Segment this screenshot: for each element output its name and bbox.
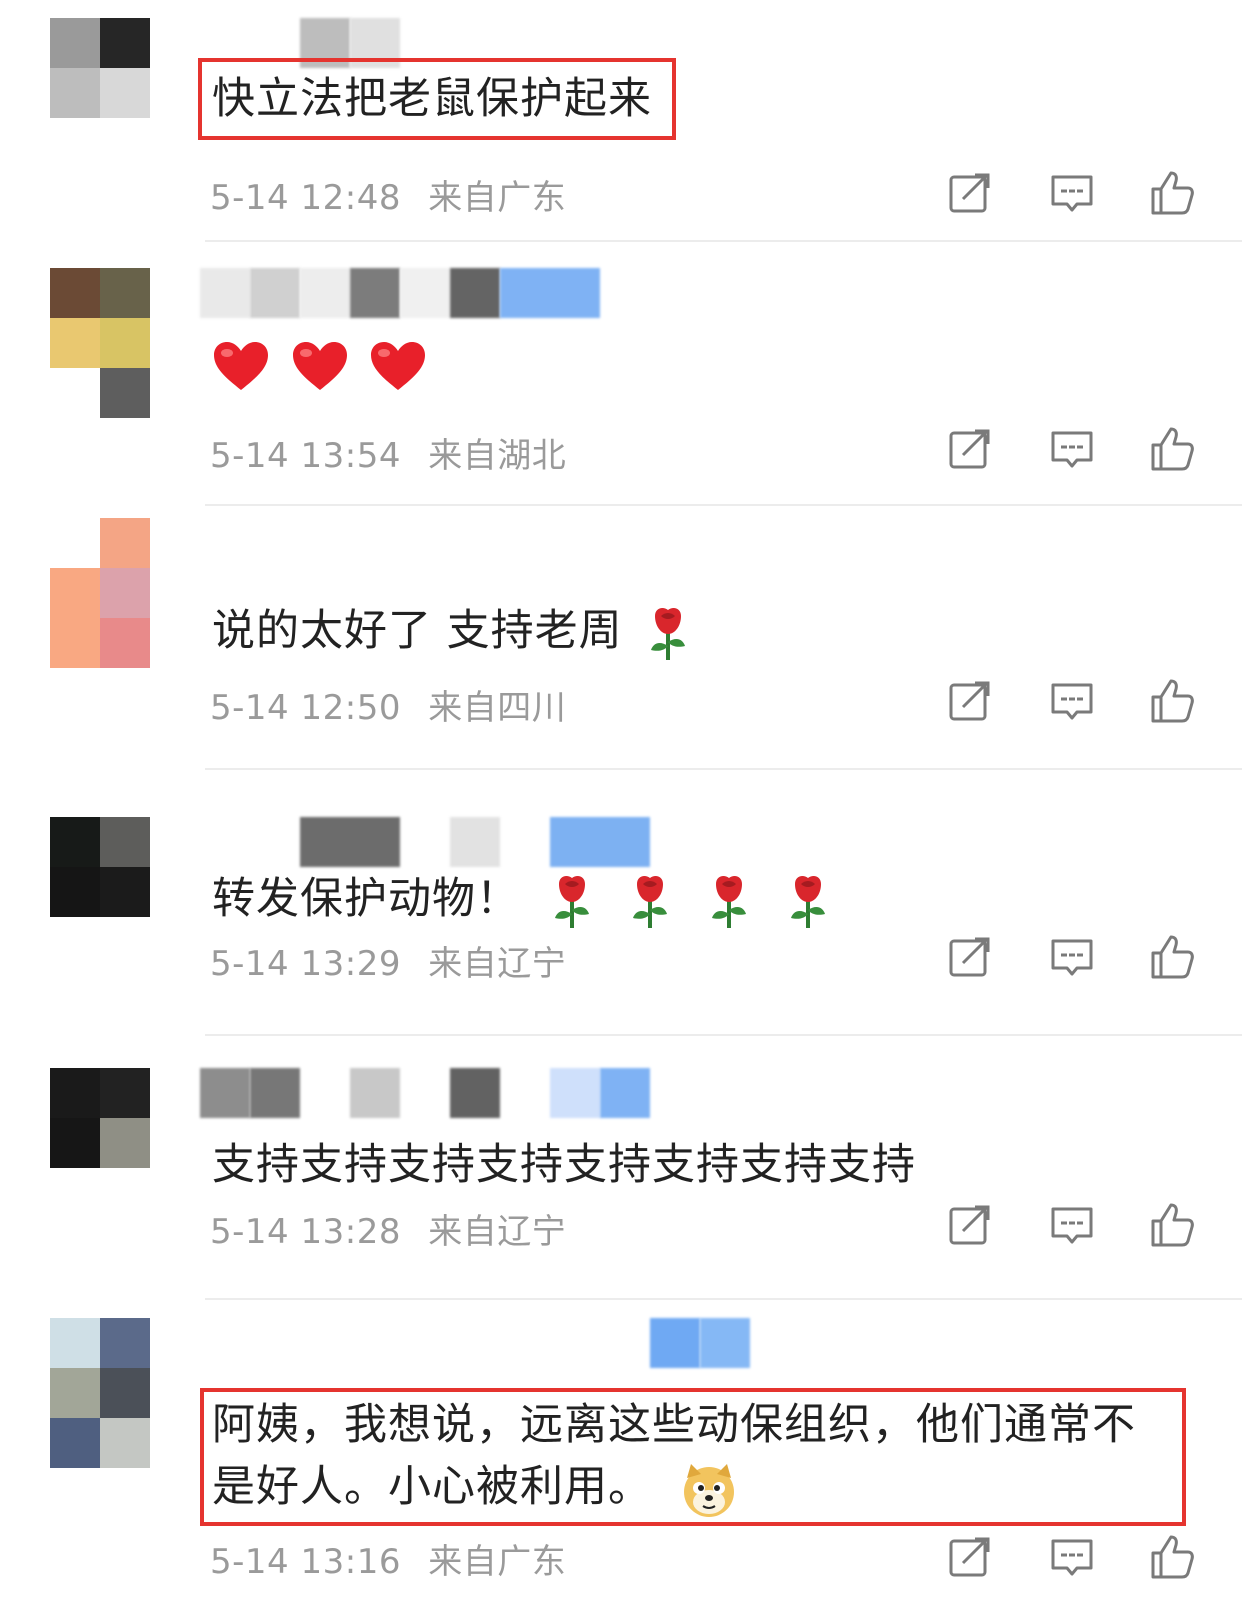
thumbs-up-icon[interactable] <box>1147 424 1197 474</box>
comment-location: 来自广东 <box>428 178 567 218</box>
share-icon[interactable] <box>945 168 995 218</box>
comment-time: 5-14 12:50 <box>210 688 401 728</box>
rose-icon <box>790 875 825 928</box>
heart-icon <box>292 341 347 390</box>
comment-location: 来自湖北 <box>428 436 567 476</box>
rose-icon <box>633 875 668 928</box>
comment-item: 支持支持支持支持支持支持支持支持 5-14 13:28 来自辽宁 <box>0 1038 1242 1294</box>
divider <box>205 1298 1242 1300</box>
comment-location: 来自辽宁 <box>428 944 567 984</box>
comment-meta: 5-14 13:54 来自湖北 <box>210 428 566 477</box>
thumbs-up-icon[interactable] <box>1147 1532 1197 1582</box>
rose-icon <box>712 875 747 928</box>
rose-icon <box>651 607 686 660</box>
comment-item: 5-14 13:54 来自湖北 <box>0 244 1242 500</box>
comment-text <box>212 332 427 394</box>
share-icon[interactable] <box>945 1532 995 1582</box>
comment-time: 5-14 13:54 <box>210 436 401 476</box>
comment-location: 来自四川 <box>428 688 567 728</box>
comment-item: 阿姨，我想说，远离这些动保组织，他们通常不是好人。小心被利用。 5-14 13:… <box>0 1302 1242 1618</box>
comment-time: 5-14 12:48 <box>210 178 401 218</box>
username-blurred[interactable] <box>200 817 650 867</box>
heart-icon <box>371 341 426 390</box>
thumbs-up-icon[interactable] <box>1147 168 1197 218</box>
comment-meta: 5-14 12:48 来自广东 <box>210 170 566 219</box>
comment-text: 支持支持支持支持支持支持支持支持 <box>212 1140 916 1190</box>
thumbs-up-icon[interactable] <box>1147 932 1197 982</box>
comment-actions <box>945 1532 1205 1582</box>
username-blurred[interactable] <box>200 1318 750 1368</box>
comment-icon[interactable] <box>1047 1532 1097 1582</box>
comment-actions <box>945 1200 1205 1250</box>
comment-icon[interactable] <box>1047 1200 1097 1250</box>
comment-text: 说的太好了 支持老周 <box>212 600 689 662</box>
comment-actions <box>945 424 1205 474</box>
comment-text: 快立法把老鼠保护起来 <box>212 74 652 124</box>
avatar[interactable] <box>50 1318 150 1468</box>
comment-icon[interactable] <box>1047 168 1097 218</box>
heart-icon <box>214 341 268 390</box>
comment-actions <box>945 168 1205 218</box>
comment-icon[interactable] <box>1047 676 1097 726</box>
share-icon[interactable] <box>945 424 995 474</box>
comment-meta: 5-14 13:28 来自辽宁 <box>210 1204 566 1253</box>
divider <box>205 1034 1242 1036</box>
avatar[interactable] <box>50 817 150 917</box>
comment-icon[interactable] <box>1047 932 1097 982</box>
comment-item: 快立法把老鼠保护起来 5-14 12:48 来自广东 <box>0 0 1242 240</box>
avatar[interactable] <box>50 1068 150 1168</box>
comment-location: 来自辽宁 <box>428 1212 567 1252</box>
avatar[interactable] <box>50 268 150 418</box>
divider <box>205 768 1242 770</box>
comment-meta: 5-14 13:16 来自广东 <box>210 1534 566 1583</box>
comment-time: 5-14 13:28 <box>210 1212 401 1252</box>
thumbs-up-icon[interactable] <box>1147 1200 1197 1250</box>
share-icon[interactable] <box>945 676 995 726</box>
doge-icon <box>683 1463 734 1517</box>
share-icon[interactable] <box>945 1200 995 1250</box>
comment-item: 说的太好了 支持老周 5-14 12:50 来自四川 <box>0 508 1242 764</box>
comment-location: 来自广东 <box>428 1542 567 1582</box>
comment-icon[interactable] <box>1047 424 1097 474</box>
username-blurred[interactable] <box>200 268 600 318</box>
share-icon[interactable] <box>945 932 995 982</box>
comment-text: 转发保护动物！ <box>212 868 829 930</box>
comment-time: 5-14 13:16 <box>210 1542 401 1582</box>
comment-time: 5-14 13:29 <box>210 944 401 984</box>
rose-icon <box>554 875 589 928</box>
username-blurred[interactable] <box>200 1068 650 1118</box>
divider <box>205 504 1242 506</box>
comment-meta: 5-14 12:50 来自四川 <box>210 680 566 729</box>
comment-actions <box>945 932 1205 982</box>
avatar[interactable] <box>50 18 150 118</box>
comment-meta: 5-14 13:29 来自辽宁 <box>210 936 566 985</box>
avatar[interactable] <box>50 518 150 668</box>
divider <box>205 240 1242 242</box>
comment-actions <box>945 676 1205 726</box>
thumbs-up-icon[interactable] <box>1147 676 1197 726</box>
comment-item: 转发保护动物！ 5-14 13:29 来自辽宁 <box>0 772 1242 1028</box>
comment-text: 阿姨，我想说，远离这些动保组织，他们通常不是好人。小心被利用。 <box>212 1394 1172 1518</box>
